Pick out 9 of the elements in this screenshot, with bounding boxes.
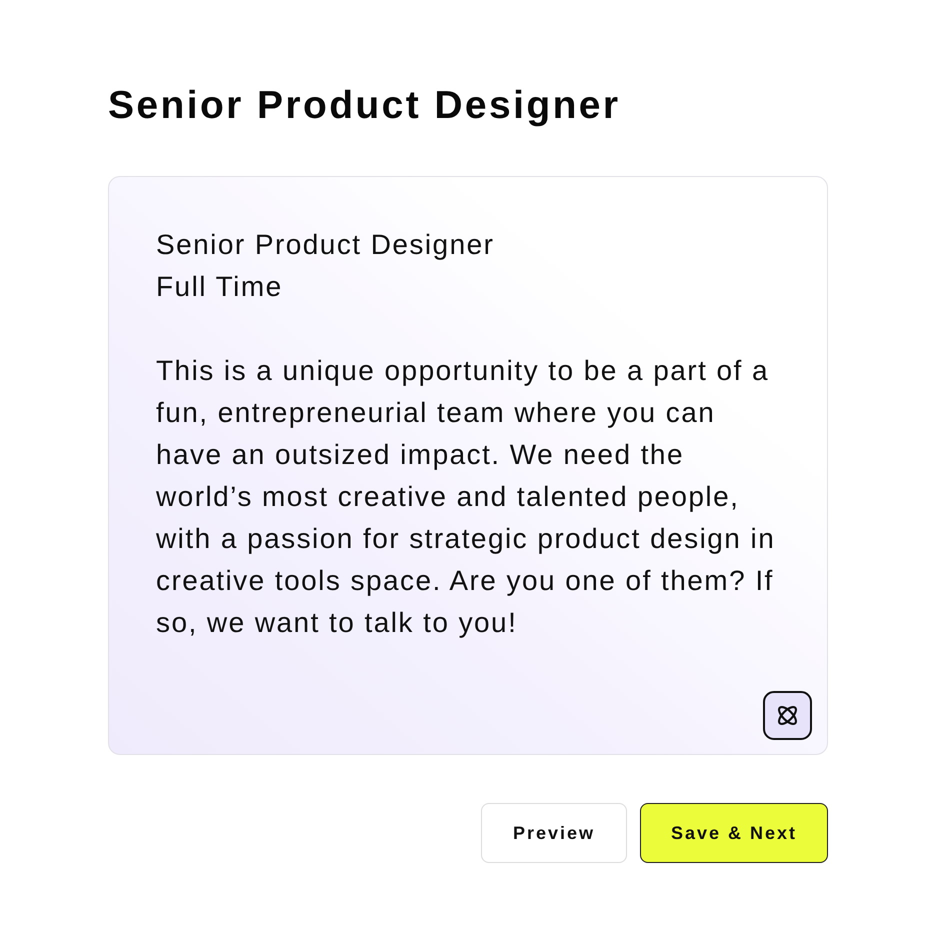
save-next-button[interactable]: Save & Next: [640, 803, 828, 863]
preview-button[interactable]: Preview: [481, 803, 627, 863]
atom-icon: [775, 703, 800, 728]
page-title: Senior Product Designer: [108, 84, 622, 127]
description-line: Full Time: [156, 270, 284, 304]
assist-button[interactable]: [763, 691, 812, 740]
description-text: This is a unique opportunity to be a part of a fun, entrepreneurial team where you can have an outsized impact. We need the world’s most creative and talented people, with a passion for strategic product design in creative tools space. Are you one of them? If so, we want to talk to you!: [156, 354, 776, 640]
description-line: Senior Product Designer: [156, 228, 496, 262]
description-field[interactable]: [108, 176, 828, 755]
